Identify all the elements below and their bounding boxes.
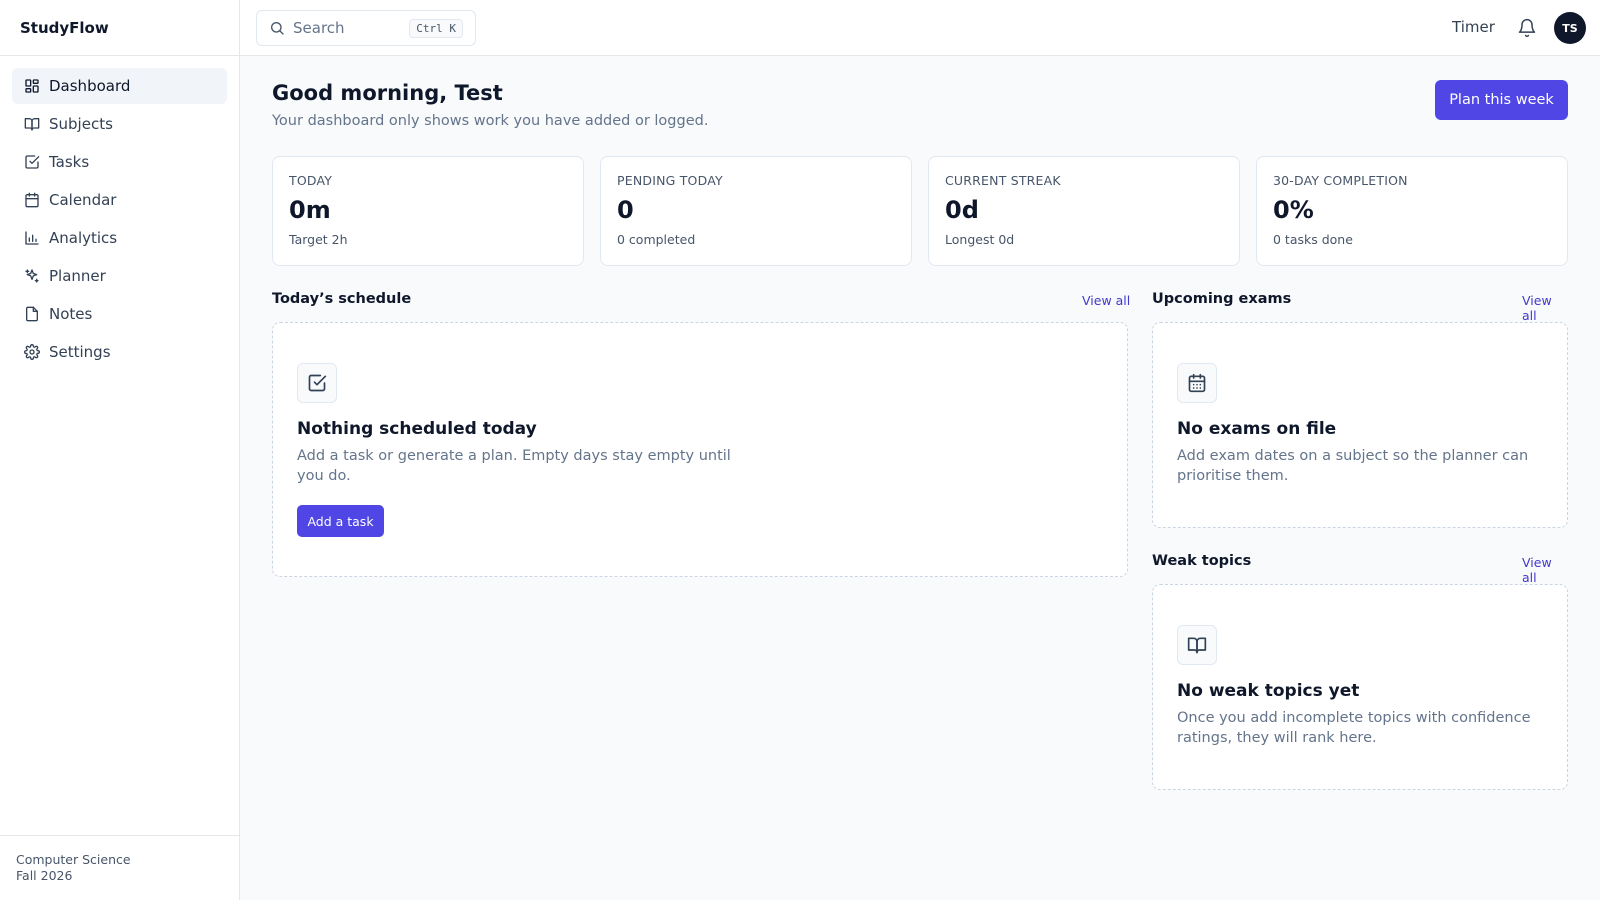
stat-value: 0d xyxy=(945,196,979,224)
sidebar: StudyFlow Dashboard Subjects Tasks Calen… xyxy=(0,0,240,900)
exams-title: Upcoming exams xyxy=(1152,291,1292,307)
schedule-view-all-link[interactable]: View all xyxy=(1082,293,1130,308)
bell-icon[interactable] xyxy=(1517,18,1537,38)
book-icon xyxy=(1177,625,1217,665)
page-subtitle: Your dashboard only shows work you have … xyxy=(272,113,709,129)
exams-empty-state: No exams on file Add exam dates on a sub… xyxy=(1152,322,1568,528)
sidebar-item-label: Dashboard xyxy=(49,77,131,95)
page-title: Good morning, Test xyxy=(272,81,503,105)
sidebar-item-label: Calendar xyxy=(49,191,117,209)
stat-label: CURRENT STREAK xyxy=(945,173,1061,188)
empty-state-description: Add a task or generate a plan. Empty day… xyxy=(297,446,731,486)
empty-state-description: Add exam dates on a subject so the plann… xyxy=(1177,446,1528,486)
sidebar-item-dashboard[interactable]: Dashboard xyxy=(12,68,227,104)
top-bar: Ctrl K Timer TS xyxy=(240,0,1600,56)
empty-state-line: Add a task or generate a plan. Empty day… xyxy=(297,448,731,464)
calendar-icon xyxy=(1177,363,1217,403)
sidebar-item-analytics[interactable]: Analytics xyxy=(12,220,227,256)
timer-button[interactable]: Timer xyxy=(1452,18,1495,36)
weak-topics-title: Weak topics xyxy=(1152,553,1252,569)
stat-label: PENDING TODAY xyxy=(617,173,723,188)
empty-state-line: you do. xyxy=(297,468,351,484)
sidebar-item-calendar[interactable]: Calendar xyxy=(12,182,227,218)
empty-state-line: ratings, they will rank here. xyxy=(1177,730,1377,746)
stat-sub: 0 tasks done xyxy=(1273,232,1353,247)
stat-card-completion: 30-DAY COMPLETION 0% 0 tasks done xyxy=(1256,156,1568,266)
empty-state-description: Once you add incomplete topics with conf… xyxy=(1177,708,1531,748)
sidebar-item-label: Notes xyxy=(49,305,93,323)
search-icon xyxy=(269,20,285,36)
sidebar-item-planner[interactable]: Planner xyxy=(12,258,227,294)
dashboard-icon xyxy=(24,78,40,94)
weak-topics-empty-state: No weak topics yet Once you add incomple… xyxy=(1152,584,1568,790)
app-logo[interactable]: StudyFlow xyxy=(0,0,239,56)
sidebar-item-label: Settings xyxy=(49,343,111,361)
empty-state-title: No weak topics yet xyxy=(1177,681,1360,701)
add-task-button[interactable]: Add a task xyxy=(297,505,384,537)
exams-view-all-link[interactable]: View all xyxy=(1522,293,1568,323)
empty-state-line: Once you add incomplete topics with conf… xyxy=(1177,710,1531,726)
empty-state-line: prioritise them. xyxy=(1177,468,1289,484)
search-shortcut-hint: Ctrl K xyxy=(409,19,463,38)
stat-sub: 0 completed xyxy=(617,232,696,247)
term-name: Fall 2026 xyxy=(16,868,73,883)
search-input[interactable] xyxy=(293,19,405,37)
stat-label: TODAY xyxy=(289,173,333,188)
stat-card-today: TODAY 0m Target 2h xyxy=(272,156,584,266)
schedule-empty-state: Nothing scheduled today Add a task or ge… xyxy=(272,322,1128,577)
bar-chart-icon xyxy=(24,230,40,246)
stat-value: 0m xyxy=(289,196,331,224)
plan-week-button[interactable]: Plan this week xyxy=(1435,80,1568,120)
sidebar-item-label: Analytics xyxy=(49,229,118,247)
stat-sub: Longest 0d xyxy=(945,232,1015,247)
calendar-icon xyxy=(24,192,40,208)
book-icon xyxy=(24,116,40,132)
program-name: Computer Science xyxy=(16,852,131,867)
stat-value: 0% xyxy=(1273,196,1314,224)
schedule-title: Today’s schedule xyxy=(272,291,412,307)
stat-card-streak: CURRENT STREAK 0d Longest 0d xyxy=(928,156,1240,266)
sidebar-item-notes[interactable]: Notes xyxy=(12,296,227,332)
sidebar-item-label: Subjects xyxy=(49,115,113,133)
sidebar-nav: Dashboard Subjects Tasks Calendar Analyt… xyxy=(0,56,239,384)
empty-state-title: No exams on file xyxy=(1177,419,1337,439)
sidebar-item-tasks[interactable]: Tasks xyxy=(12,144,227,180)
empty-state-line: Add exam dates on a subject so the plann… xyxy=(1177,448,1529,464)
stat-sub: Target 2h xyxy=(289,232,348,247)
note-icon xyxy=(24,306,40,322)
empty-state-title: Nothing scheduled today xyxy=(297,419,537,439)
gear-icon xyxy=(24,344,40,360)
sidebar-item-subjects[interactable]: Subjects xyxy=(12,106,227,142)
check-square-icon xyxy=(24,154,40,170)
sidebar-item-settings[interactable]: Settings xyxy=(12,334,227,370)
stat-value: 0 xyxy=(617,196,634,224)
weak-topics-view-all-link[interactable]: View all xyxy=(1522,555,1568,585)
sidebar-item-label: Planner xyxy=(49,267,106,285)
search-box[interactable]: Ctrl K xyxy=(256,10,476,46)
sidebar-footer: Computer Science Fall 2026 xyxy=(0,835,239,900)
sidebar-item-label: Tasks xyxy=(49,153,90,171)
avatar[interactable]: TS xyxy=(1554,12,1586,44)
stat-card-pending: PENDING TODAY 0 0 completed xyxy=(600,156,912,266)
check-square-icon xyxy=(297,363,337,403)
stat-label: 30-DAY COMPLETION xyxy=(1273,173,1408,188)
sparkles-icon xyxy=(24,268,40,284)
